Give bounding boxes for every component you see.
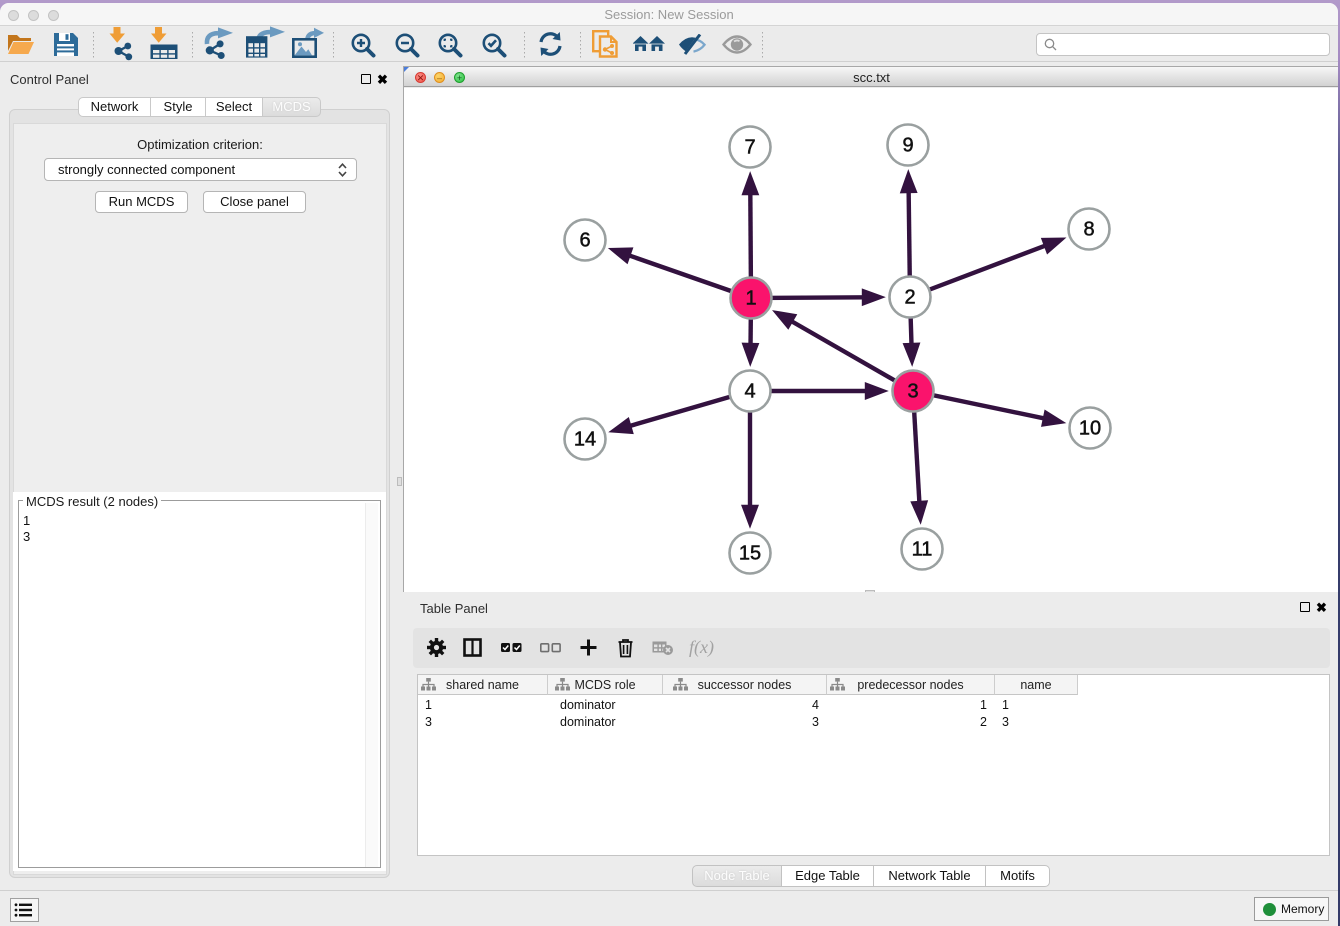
svg-text:4: 4 (744, 381, 755, 403)
svg-text:6: 6 (579, 230, 590, 252)
svg-text:14: 14 (574, 429, 596, 451)
svg-text:8: 8 (1083, 219, 1094, 241)
svg-text:2: 2 (904, 287, 915, 309)
svg-text:10: 10 (1079, 418, 1101, 440)
svg-text:3: 3 (907, 381, 918, 403)
svg-text:9: 9 (902, 135, 913, 157)
svg-text:15: 15 (739, 543, 761, 565)
svg-text:7: 7 (744, 137, 755, 159)
svg-text:11: 11 (912, 539, 933, 561)
svg-text:1: 1 (745, 288, 756, 310)
